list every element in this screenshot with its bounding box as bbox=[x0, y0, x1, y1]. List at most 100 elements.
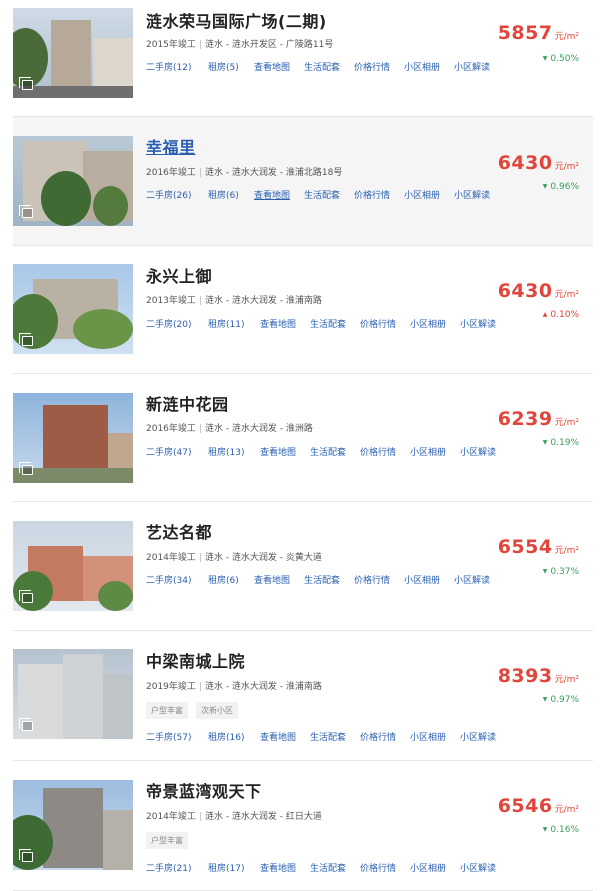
community-meta: 2019年竣工 | 涟水 - 涟水大润发 - 淮浦南路 bbox=[146, 682, 322, 692]
map-link[interactable]: 查看地图 bbox=[260, 861, 310, 874]
avg-price: 6239 元/m² bbox=[498, 408, 579, 430]
zufang-link[interactable]: 租房(16) bbox=[208, 730, 260, 743]
ershoufang-link[interactable]: 二手房(57) bbox=[146, 730, 208, 743]
district: 涟水 - 涟水开发区 - 广陵路11号 bbox=[204, 40, 334, 50]
photo-album-icon bbox=[19, 77, 33, 90]
album-link[interactable]: 小区相册 bbox=[410, 861, 460, 874]
photo-album-icon bbox=[19, 718, 33, 731]
price-unit: 元/m² bbox=[554, 418, 579, 428]
community-name[interactable]: 艺达名都 bbox=[146, 519, 212, 543]
map-link[interactable]: 查看地图 bbox=[260, 317, 310, 330]
ershoufang-link[interactable]: 二手房(20) bbox=[146, 317, 208, 330]
map-link[interactable]: 查看地图 bbox=[254, 188, 304, 201]
community-name[interactable]: 涟水荣马国际广场(二期) bbox=[146, 8, 327, 32]
price-trend-link[interactable]: 价格行情 bbox=[360, 730, 410, 743]
album-link[interactable]: 小区相册 bbox=[410, 730, 460, 743]
zufang-link[interactable]: 租房(13) bbox=[208, 445, 260, 458]
ershoufang-link[interactable]: 二手房(26) bbox=[146, 188, 208, 201]
avg-price: 6546 元/m² bbox=[498, 795, 579, 817]
community-photo[interactable] bbox=[13, 136, 133, 226]
price-value: 8393 bbox=[497, 665, 553, 687]
avg-price: 6430 元/m² bbox=[498, 152, 579, 174]
analysis-link[interactable]: 小区解读 bbox=[460, 730, 496, 743]
map-link[interactable]: 查看地图 bbox=[260, 445, 310, 458]
amenities-link[interactable]: 生活配套 bbox=[304, 188, 354, 201]
analysis-link[interactable]: 小区解读 bbox=[454, 60, 490, 73]
list-item: 幸福里 2016年竣工 | 涟水 - 涟水大润发 - 淮浦北路18号 二手房(26)… bbox=[13, 117, 593, 246]
community-photo[interactable] bbox=[13, 780, 133, 870]
analysis-link[interactable]: 小区解读 bbox=[460, 317, 496, 330]
community-name[interactable]: 帝景蓝湾观天下 bbox=[146, 778, 262, 802]
amenities-link[interactable]: 生活配套 bbox=[304, 60, 354, 73]
district: 涟水 - 涟水大润发 - 淮浦北路18号 bbox=[204, 168, 343, 178]
price-trend-link[interactable]: 价格行情 bbox=[354, 188, 404, 201]
list-item: 中梁南城上院 2019年竣工 | 涟水 - 涟水大润发 - 淮浦南路 户型丰富 次新… bbox=[13, 631, 593, 761]
amenities-link[interactable]: 生活配套 bbox=[310, 445, 360, 458]
amenities-link[interactable]: 生活配套 bbox=[310, 730, 360, 743]
down-arrow-icon: ▼ bbox=[542, 826, 548, 833]
analysis-link[interactable]: 小区解读 bbox=[454, 573, 490, 586]
community-links: 二手房(34) 租房(6) 查看地图 生活配套 价格行情 小区相册 小区解读 bbox=[146, 573, 490, 586]
amenities-link[interactable]: 生活配套 bbox=[304, 573, 354, 586]
feature-tag: 户型丰富 bbox=[146, 702, 188, 719]
community-photo[interactable] bbox=[13, 521, 133, 611]
price-unit: 元/m² bbox=[554, 675, 579, 685]
price-unit: 元/m² bbox=[554, 805, 579, 815]
zufang-link[interactable]: 租房(6) bbox=[208, 573, 254, 586]
ershoufang-link[interactable]: 二手房(21) bbox=[146, 861, 208, 874]
price-trend-link[interactable]: 价格行情 bbox=[354, 60, 404, 73]
price-trend-link[interactable]: 价格行情 bbox=[360, 317, 410, 330]
album-link[interactable]: 小区相册 bbox=[404, 60, 454, 73]
community-links: 二手房(12) 租房(5) 查看地图 生活配套 价格行情 小区相册 小区解读 bbox=[146, 60, 490, 73]
album-link[interactable]: 小区相册 bbox=[410, 317, 460, 330]
price-value: 5857 bbox=[497, 22, 553, 44]
community-photo[interactable] bbox=[13, 8, 133, 98]
analysis-link[interactable]: 小区解读 bbox=[460, 861, 496, 874]
album-link[interactable]: 小区相册 bbox=[410, 445, 460, 458]
ershoufang-link[interactable]: 二手房(47) bbox=[146, 445, 208, 458]
analysis-link[interactable]: 小区解读 bbox=[460, 445, 496, 458]
album-link[interactable]: 小区相册 bbox=[404, 188, 454, 201]
down-arrow-icon: ▼ bbox=[542, 696, 548, 703]
price-change: ▼ 0.16% bbox=[542, 825, 579, 835]
price-unit: 元/m² bbox=[554, 290, 579, 300]
community-links: 二手房(20) 租房(11) 查看地图 生活配套 价格行情 小区相册 小区解读 bbox=[146, 317, 496, 330]
community-photo[interactable] bbox=[13, 649, 133, 739]
zufang-link[interactable]: 租房(5) bbox=[208, 60, 254, 73]
community-name[interactable]: 幸福里 bbox=[146, 134, 196, 158]
community-photo[interactable] bbox=[13, 264, 133, 354]
price-unit: 元/m² bbox=[554, 546, 579, 556]
down-arrow-icon: ▼ bbox=[542, 55, 548, 62]
price-trend-link[interactable]: 价格行情 bbox=[360, 861, 410, 874]
completion-year: 2015年竣工 bbox=[146, 40, 196, 50]
ershoufang-link[interactable]: 二手房(34) bbox=[146, 573, 208, 586]
zufang-link[interactable]: 租房(17) bbox=[208, 861, 260, 874]
community-meta: 2016年竣工 | 涟水 - 涟水大润发 - 淮浦北路18号 bbox=[146, 168, 343, 178]
community-name[interactable]: 中梁南城上院 bbox=[146, 648, 245, 672]
district: 涟水 - 涟水大润发 - 淮洲路 bbox=[204, 424, 313, 434]
price-change: ▼ 0.19% bbox=[542, 438, 579, 448]
analysis-link[interactable]: 小区解读 bbox=[454, 188, 490, 201]
community-links: 二手房(47) 租房(13) 查看地图 生活配套 价格行情 小区相册 小区解读 bbox=[146, 445, 496, 458]
price-trend-link[interactable]: 价格行情 bbox=[354, 573, 404, 586]
ershoufang-link[interactable]: 二手房(12) bbox=[146, 60, 208, 73]
amenities-link[interactable]: 生活配套 bbox=[310, 861, 360, 874]
zufang-link[interactable]: 租房(6) bbox=[208, 188, 254, 201]
amenities-link[interactable]: 生活配套 bbox=[310, 317, 360, 330]
price-unit: 元/m² bbox=[554, 32, 579, 42]
map-link[interactable]: 查看地图 bbox=[254, 573, 304, 586]
map-link[interactable]: 查看地图 bbox=[254, 60, 304, 73]
album-link[interactable]: 小区相册 bbox=[404, 573, 454, 586]
community-photo[interactable] bbox=[13, 393, 133, 483]
price-value: 6546 bbox=[497, 795, 553, 817]
map-link[interactable]: 查看地图 bbox=[260, 730, 310, 743]
zufang-link[interactable]: 租房(11) bbox=[208, 317, 260, 330]
completion-year: 2016年竣工 bbox=[146, 168, 196, 178]
community-name[interactable]: 新涟中花园 bbox=[146, 391, 229, 415]
price-trend-link[interactable]: 价格行情 bbox=[360, 445, 410, 458]
completion-year: 2014年竣工 bbox=[146, 553, 196, 563]
avg-price: 6430 元/m² bbox=[498, 280, 579, 302]
community-name[interactable]: 永兴上御 bbox=[146, 263, 212, 287]
feature-tags: 户型丰富 bbox=[146, 832, 188, 849]
photo-album-icon bbox=[19, 205, 33, 218]
